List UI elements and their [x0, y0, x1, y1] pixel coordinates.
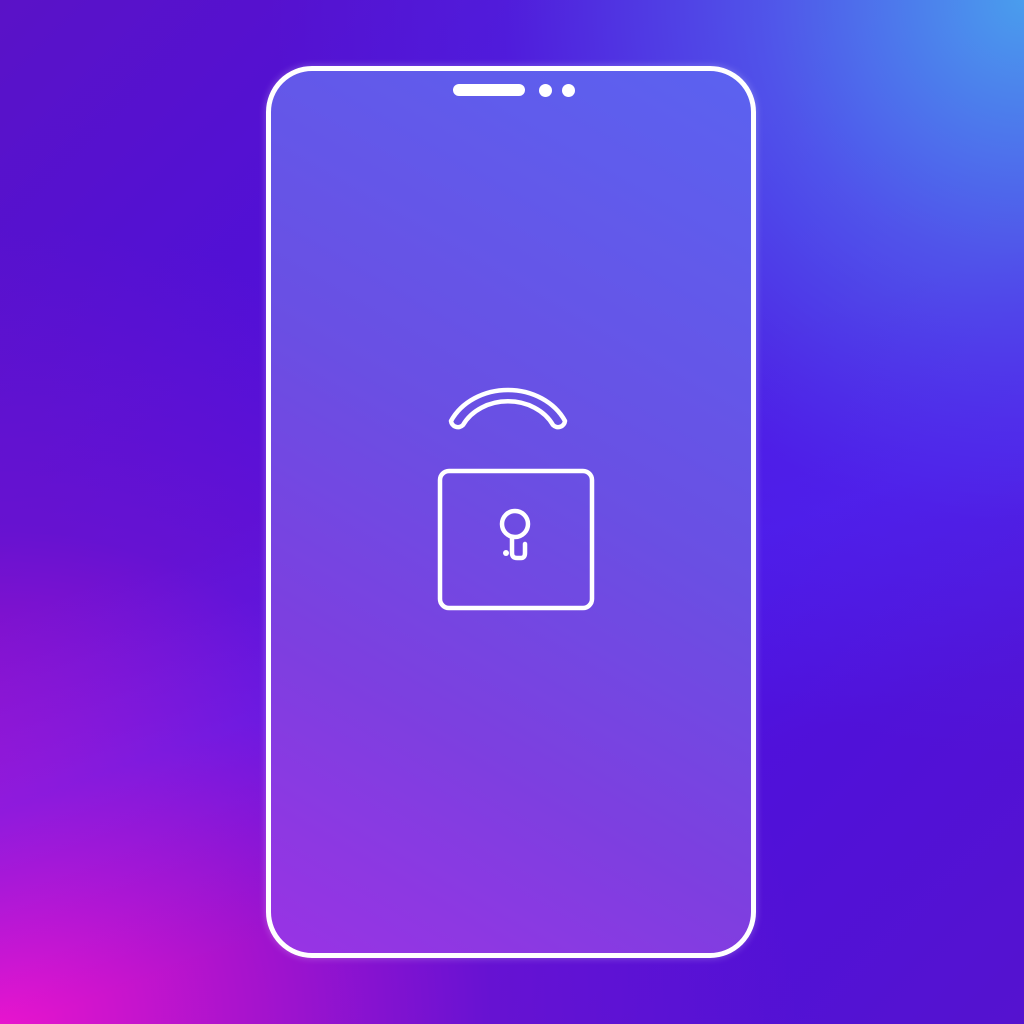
phone-outline-icon [266, 66, 756, 958]
app-icon-canvas [0, 0, 1024, 1024]
front-sensor-icon [539, 84, 552, 97]
padlock-body-icon [437, 468, 595, 611]
speaker-grille-icon [453, 84, 525, 96]
unlocked-padlock-icon [437, 387, 595, 611]
padlock-shackle-icon [448, 387, 568, 430]
keyhole-dot-icon [503, 550, 509, 556]
front-sensor-icon [562, 84, 575, 97]
